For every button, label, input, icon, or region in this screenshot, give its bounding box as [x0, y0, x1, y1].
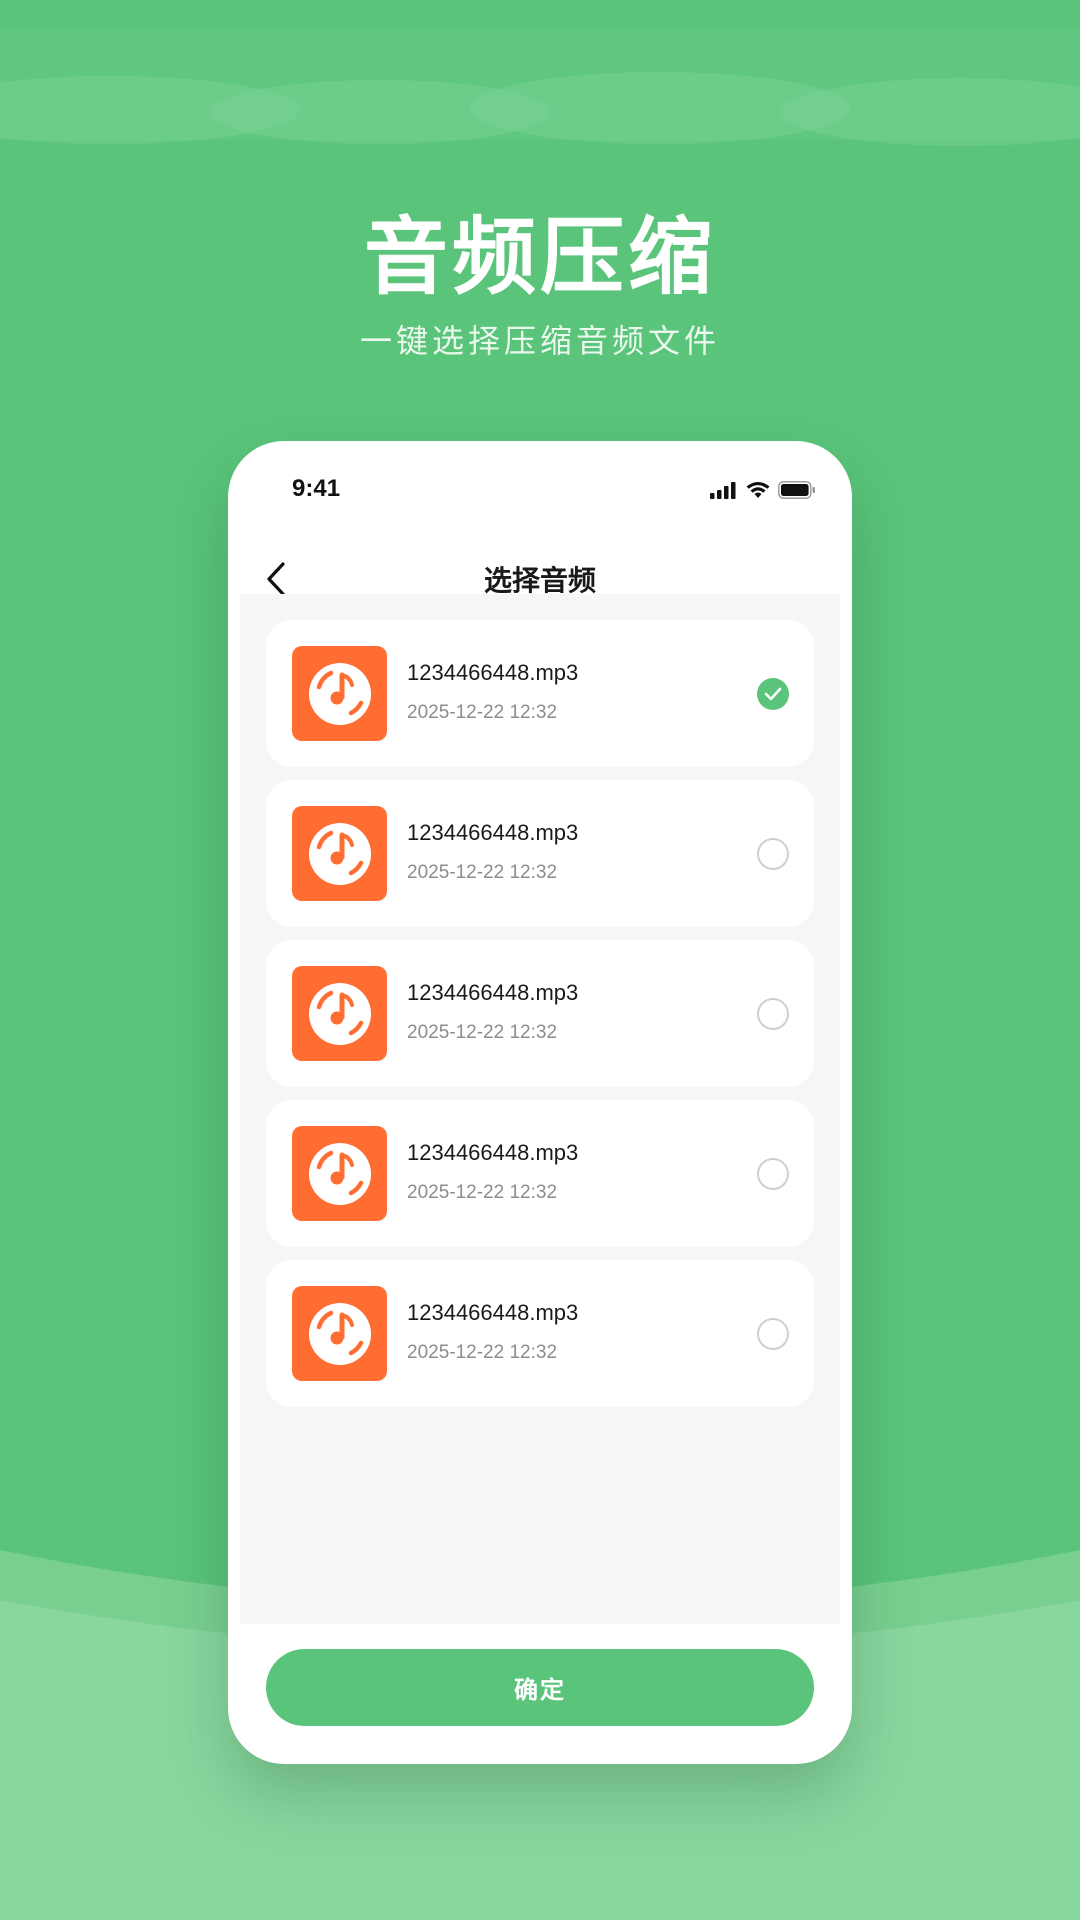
radio-unselected[interactable]	[757, 1318, 789, 1350]
file-name: 1234466448.mp3	[407, 1140, 579, 1165]
status-time: 9:41	[292, 475, 341, 502]
file-date: 2025-12-22 12:32	[407, 702, 558, 723]
file-date: 2025-12-22 12:32	[407, 1022, 558, 1043]
radio-selected[interactable]	[757, 678, 789, 710]
music-disc-icon	[292, 806, 387, 901]
file-name: 1234466448.mp3	[407, 660, 579, 685]
file-date: 2025-12-22 12:32	[407, 1342, 558, 1363]
radio-unselected[interactable]	[757, 1158, 789, 1190]
file-date: 2025-12-22 12:32	[407, 1182, 558, 1203]
music-disc-icon	[292, 1286, 387, 1381]
status-bar: 9:41	[228, 441, 852, 531]
audio-file-item[interactable]: 1234466448.mp3 2025-12-22 12:32	[266, 780, 814, 927]
file-name: 1234466448.mp3	[407, 980, 579, 1005]
phone-mockup: 9:41 选择音频 1234466448.mp3 2025-12-22 12:3…	[228, 441, 852, 1764]
file-name: 1234466448.mp3	[407, 820, 579, 845]
wifi-icon	[746, 482, 770, 498]
music-disc-icon	[292, 1126, 387, 1221]
promo-title: 音频压缩	[363, 208, 716, 306]
audio-file-item[interactable]: 1234466448.mp3 2025-12-22 12:32	[266, 940, 814, 1087]
audio-file-list: 1234466448.mp3 2025-12-22 12:32 12344664…	[266, 620, 814, 1420]
file-name: 1234466448.mp3	[407, 1300, 579, 1325]
background-waves-top	[0, 0, 1080, 160]
promo-subtitle: 一键选择压缩音频文件	[359, 322, 720, 360]
battery-icon	[778, 481, 815, 499]
file-date: 2025-12-22 12:32	[407, 862, 558, 883]
music-disc-icon	[292, 966, 387, 1061]
audio-list-area: 1234466448.mp3 2025-12-22 12:32 12344664…	[240, 594, 840, 1624]
radio-unselected[interactable]	[757, 998, 789, 1030]
radio-unselected[interactable]	[757, 838, 789, 870]
audio-file-item[interactable]: 1234466448.mp3 2025-12-22 12:32	[266, 1260, 814, 1407]
audio-file-item[interactable]: 1234466448.mp3 2025-12-22 12:32	[266, 620, 814, 767]
music-disc-icon	[292, 646, 387, 741]
page-title: 选择音频	[483, 564, 596, 597]
confirm-button[interactable]: 确定	[266, 1649, 814, 1726]
audio-file-item[interactable]: 1234466448.mp3 2025-12-22 12:32	[266, 1100, 814, 1247]
check-icon	[764, 687, 782, 701]
status-icons	[710, 479, 816, 501]
signal-icon	[710, 482, 736, 499]
